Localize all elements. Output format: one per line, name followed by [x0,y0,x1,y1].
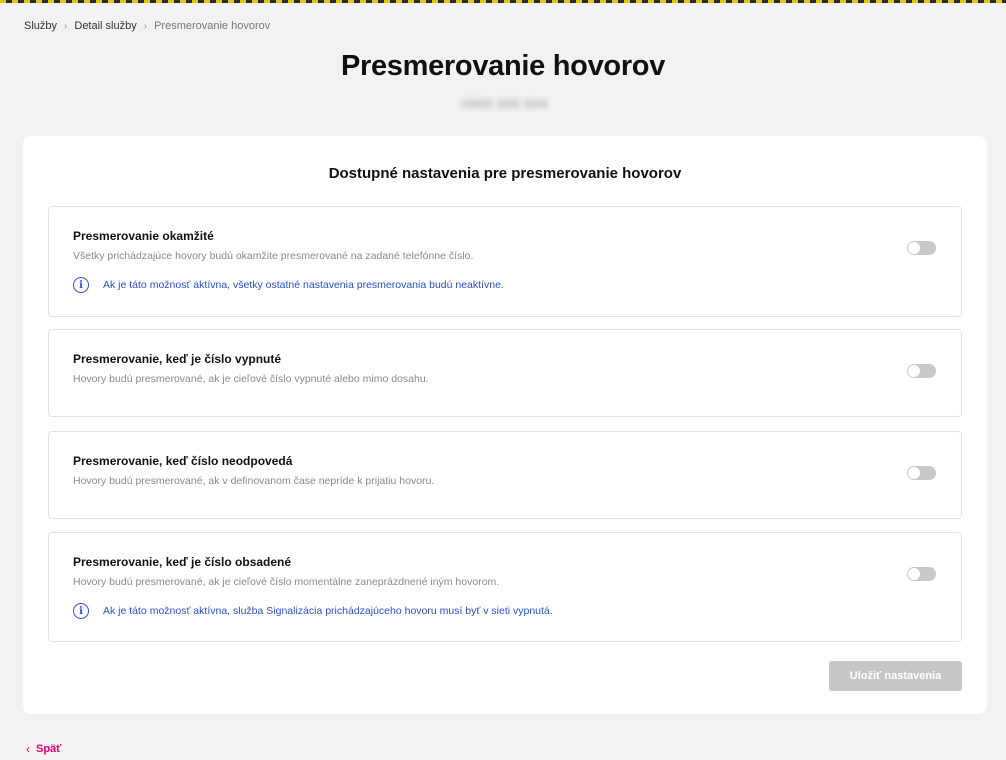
breadcrumb: Služby › Detail služby › Presmerovanie h… [24,20,270,32]
toggle-busy[interactable] [907,567,936,581]
info-circle-icon: i [73,603,89,619]
settings-panel: Dostupné nastavenia pre presmerovanie ho… [23,136,987,714]
option-description: Hovory budú presmerované, ak v definovan… [73,475,435,487]
page-title: Presmerovanie hovorov [340,50,666,82]
phone-number: 0900 000 004 [462,97,548,111]
back-label: Späť [36,743,62,755]
breadcrumb-item-sluzby[interactable]: Služby [24,20,57,32]
option-card-no-answer: Presmerovanie, keď číslo neodpovedá Hovo… [48,431,962,519]
toggle-immediate[interactable] [907,241,936,255]
breadcrumb-item-detail-sluzby[interactable]: Detail služby [74,20,136,32]
toggle-knob [908,365,920,377]
panel-title: Dostupné nastavenia pre presmerovanie ho… [328,165,682,182]
option-description: Všetky prichádzajúce hovory budú okamžit… [73,250,474,262]
toggle-switched-off[interactable] [907,364,936,378]
phone-number-redacted: 0900 000 004 [460,97,550,111]
toggle-knob [908,242,920,254]
option-description: Hovory budú presmerované, ak je cieľové … [73,576,500,588]
option-card-immediate: Presmerovanie okamžité Všetky prichádzaj… [48,206,962,317]
option-description: Hovory budú presmerované, ak je cieľové … [73,373,429,385]
option-info: i Ak je táto možnosť aktívna, služba Sig… [73,603,553,619]
toggle-no-answer[interactable] [907,466,936,480]
breadcrumb-item-current: Presmerovanie hovorov [154,20,271,32]
option-info: i Ak je táto možnosť aktívna, všetky ost… [73,277,504,293]
option-title: Presmerovanie, keď je číslo vypnuté [73,352,282,366]
info-circle-icon: i [73,277,89,293]
option-info-text: Ak je táto možnosť aktívna, všetky ostat… [103,279,504,291]
top-stripe [0,0,1006,3]
back-link[interactable]: ‹ Späť [26,742,61,756]
option-card-busy: Presmerovanie, keď je číslo obsadené Hov… [48,532,962,642]
chevron-right-icon: › [143,20,148,32]
option-title: Presmerovanie okamžité [73,229,214,243]
chevron-right-icon: › [64,20,68,32]
save-settings-button[interactable]: Uložiť nastavenia [829,661,962,691]
chevron-left-icon: ‹ [26,742,30,756]
option-title: Presmerovanie, keď číslo neodpovedá [73,454,293,468]
option-info-text: Ak je táto možnosť aktívna, služba Signa… [103,605,553,617]
toggle-knob [908,568,920,580]
option-card-switched-off: Presmerovanie, keď je číslo vypnuté Hovo… [48,329,962,417]
toggle-knob [908,467,920,479]
option-title: Presmerovanie, keď je číslo obsadené [73,555,292,569]
